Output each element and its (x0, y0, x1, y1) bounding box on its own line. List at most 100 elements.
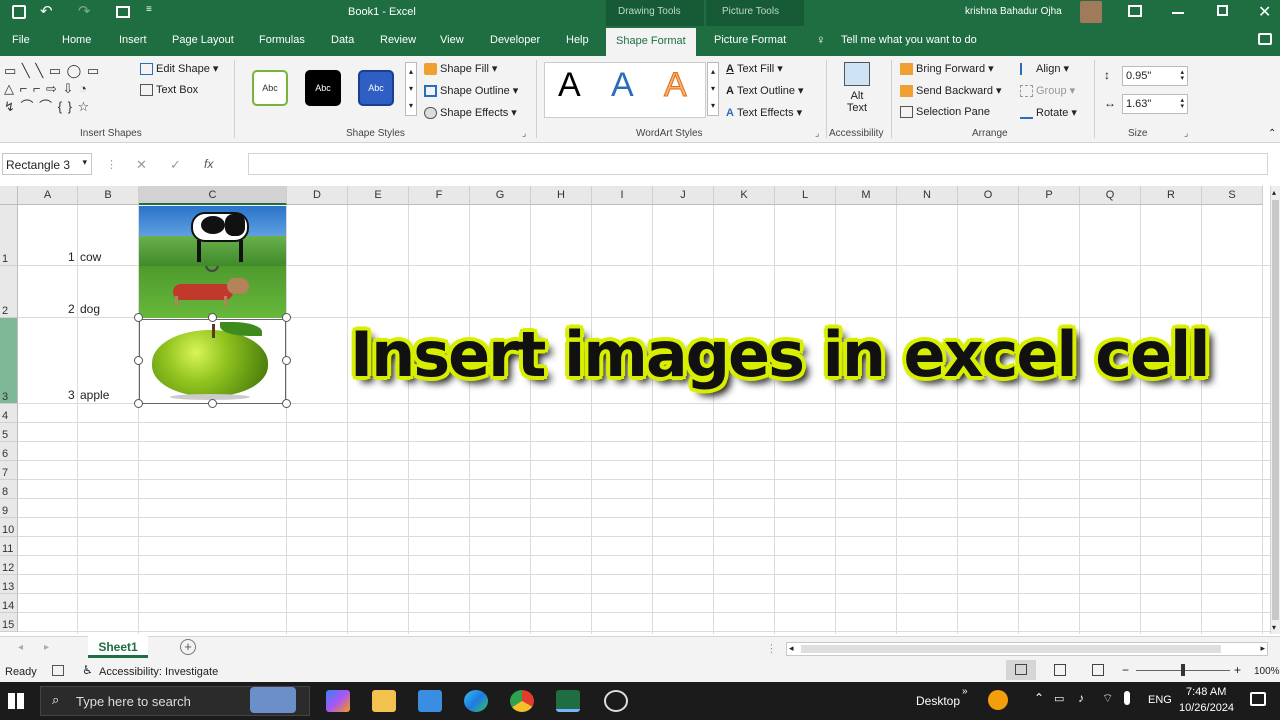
resize-handle-n[interactable] (208, 313, 217, 322)
column-header-i[interactable]: I (592, 186, 653, 205)
text-box-button[interactable]: Text Box (140, 84, 198, 96)
dialog-launcher-icon[interactable]: ⌟ (815, 128, 819, 139)
shape-styles-scroll[interactable]: ▴ ▾ ▾ (405, 62, 417, 116)
formula-input[interactable] (248, 153, 1268, 175)
maximize-icon[interactable] (1217, 5, 1228, 16)
column-header-a[interactable]: A (18, 186, 78, 205)
wordart-style-orange[interactable]: A (664, 66, 688, 105)
shape-width-field[interactable]: 1.63" ▴ ▾ (1122, 94, 1188, 114)
tell-me-search[interactable]: Tell me what you want to do (841, 34, 977, 46)
wordart-style-blue[interactable]: A (611, 66, 634, 105)
tab-file[interactable]: File (12, 34, 30, 46)
tab-insert[interactable]: Insert (119, 34, 147, 46)
taskbar-search-placeholder[interactable]: Type here to search (76, 694, 191, 709)
name-box[interactable]: Rectangle 3 ▾ (2, 153, 92, 175)
row-header-12[interactable]: 12 (0, 556, 18, 575)
wifi-icon[interactable]: ⌔ (1102, 691, 1113, 706)
language-indicator[interactable]: ENG (1148, 694, 1172, 706)
cow-image[interactable] (139, 206, 286, 266)
row-header-1[interactable]: 1 (0, 205, 18, 266)
zoom-out-icon[interactable]: − (1122, 663, 1129, 677)
excel-icon[interactable] (556, 690, 580, 712)
dialog-launcher-icon[interactable]: ⌟ (522, 128, 526, 139)
tab-data[interactable]: Data (331, 34, 354, 46)
column-header-d[interactable]: D (287, 186, 348, 205)
row-header-13[interactable]: 13 (0, 575, 18, 594)
apple-image[interactable] (139, 319, 286, 404)
wordart-scroll[interactable]: ▴ ▾ ▾ (707, 62, 719, 116)
accessibility-status[interactable]: Accessibility: Investigate (99, 666, 218, 678)
column-header-p[interactable]: P (1019, 186, 1080, 205)
shape-style-white[interactable]: Abc (252, 70, 288, 106)
cell-a2[interactable]: 2 (68, 302, 75, 316)
column-header-h[interactable]: H (531, 186, 592, 205)
select-all-corner[interactable] (0, 186, 18, 205)
column-header-j[interactable]: J (653, 186, 714, 205)
row-header-8[interactable]: 8 (0, 480, 18, 499)
zoom-slider-thumb[interactable] (1181, 664, 1185, 676)
text-fill-button[interactable]: A Text Fill ▾ (726, 62, 783, 76)
spinner-icon[interactable]: ▴ ▾ (1180, 97, 1184, 110)
toolbar-expand-icon[interactable]: » (962, 686, 968, 697)
row-header-3[interactable]: 3 (0, 318, 18, 404)
scroll-thumb[interactable] (801, 645, 1221, 653)
cell-a1[interactable]: 1 (68, 250, 75, 264)
dialog-launcher-icon[interactable]: ⌟ (1184, 128, 1188, 139)
enter-icon[interactable]: ✓ (170, 157, 181, 173)
scroll-down-icon[interactable]: ▾ (1272, 623, 1276, 632)
prev-sheet-icon[interactable]: ◂ (18, 642, 23, 653)
tab-developer[interactable]: Developer (490, 34, 540, 46)
zoom-in-icon[interactable]: + (1234, 663, 1241, 677)
shape-outline-button[interactable]: Shape Outline ▾ (424, 84, 518, 97)
clock-date[interactable]: 10/26/2024 (1179, 702, 1234, 714)
obs-icon[interactable] (604, 690, 628, 712)
scroll-right-icon[interactable]: ▸ (1260, 643, 1265, 654)
resize-handle-nw[interactable] (134, 313, 143, 322)
customize-qat-icon[interactable]: ≡ (146, 4, 152, 15)
comments-icon[interactable] (1258, 33, 1272, 45)
search-highlight-icon[interactable] (250, 687, 296, 713)
column-header-b[interactable]: B (78, 186, 139, 205)
row-header-4[interactable]: 4 (0, 404, 18, 423)
tab-review[interactable]: Review (380, 34, 416, 46)
tab-page-layout[interactable]: Page Layout (172, 34, 234, 46)
resize-handle-sw[interactable] (134, 399, 143, 408)
horizontal-scrollbar[interactable]: ◂ ▸ (786, 642, 1268, 656)
resize-handle-se[interactable] (282, 399, 291, 408)
cell-b2[interactable]: dog (80, 302, 100, 316)
row-header-9[interactable]: 9 (0, 499, 18, 518)
chevron-down-icon[interactable]: ▾ (82, 157, 87, 168)
notifications-icon[interactable] (1250, 692, 1266, 706)
cell-b1[interactable]: cow (80, 250, 101, 264)
avatar[interactable] (1080, 1, 1102, 23)
chrome-icon[interactable] (510, 690, 534, 712)
cell-a3[interactable]: 3 (68, 388, 75, 402)
store-icon[interactable] (418, 690, 442, 712)
zoom-level[interactable]: 100% (1254, 666, 1280, 677)
column-header-f[interactable]: F (409, 186, 470, 205)
network-icon[interactable]: ▭ (1054, 692, 1064, 705)
shape-effects-button[interactable]: Shape Effects ▾ (424, 106, 517, 119)
scroll-up-icon[interactable]: ▴ (1272, 188, 1276, 197)
save-icon[interactable] (12, 5, 26, 19)
tab-view[interactable]: View (440, 34, 464, 46)
microphone-icon[interactable] (1124, 691, 1130, 705)
shape-style-blue[interactable]: Abc (358, 70, 394, 106)
shapes-gallery[interactable]: ▭ ╲ ╲ ▭ ◯ ▭ △ ⌐ ⌐ ⇨ ⇩ ◔ ↯ ⌒ ⌒ { } ☆ (4, 62, 124, 118)
tab-home[interactable]: Home (62, 34, 91, 46)
resize-handle-s[interactable] (208, 399, 217, 408)
column-header-r[interactable]: R (1141, 186, 1202, 205)
tab-help[interactable]: Help (566, 34, 589, 46)
scroll-thumb[interactable] (1272, 200, 1279, 620)
column-header-s[interactable]: S (1202, 186, 1263, 205)
column-header-c[interactable]: C (139, 186, 287, 205)
add-sheet-icon[interactable]: + (180, 639, 196, 655)
scroll-left-icon[interactable]: ◂ (789, 643, 794, 654)
accessibility-icon[interactable]: ♿ (82, 663, 93, 677)
tab-formulas[interactable]: Formulas (259, 34, 305, 46)
row-header-5[interactable]: 5 (0, 423, 18, 442)
selection-pane-button[interactable]: Selection Pane (900, 106, 990, 118)
row-header-2[interactable]: 2 (0, 266, 18, 318)
group-button[interactable]: Group ▾ (1020, 84, 1075, 97)
page-layout-view-icon[interactable] (1054, 664, 1066, 676)
